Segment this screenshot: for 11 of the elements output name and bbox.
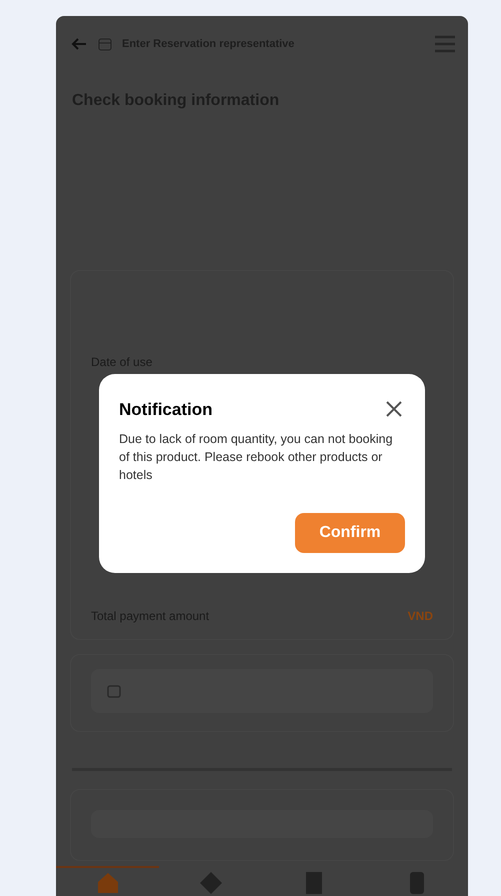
nav-tab[interactable] — [56, 866, 159, 896]
diamond-icon — [200, 872, 222, 894]
calendar-icon — [98, 37, 112, 51]
home-icon — [96, 872, 118, 894]
dialog-title: Notification — [119, 400, 212, 420]
menu-icon[interactable] — [434, 34, 456, 54]
confirm-button[interactable]: Confirm — [295, 513, 405, 553]
total-value: VND — [408, 609, 433, 623]
calendar-icon — [107, 684, 121, 698]
dialog-message: Due to lack of room quantity, you can not booking of this product. Please rebook other products or hotels — [119, 431, 394, 484]
date-field[interactable] — [91, 669, 433, 713]
